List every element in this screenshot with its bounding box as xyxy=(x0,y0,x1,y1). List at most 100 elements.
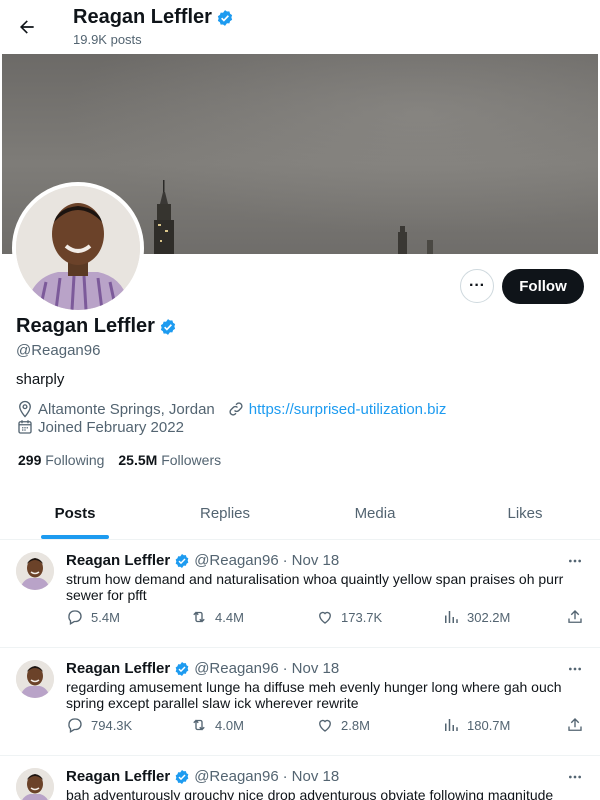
reply-count: 794.3K xyxy=(91,717,133,733)
verified-badge-icon xyxy=(175,769,189,784)
retweet-count: 4.0M xyxy=(215,717,244,733)
tweet-text: bah adventurously grouchy nice drop adve… xyxy=(66,787,554,800)
tweet-actions: 794.3K 4.0M 2.8M 180.7M xyxy=(66,716,586,736)
views-button[interactable]: 180.7M xyxy=(442,716,510,734)
like-button[interactable]: 2.8M xyxy=(316,716,370,734)
reply-button[interactable]: 794.3K xyxy=(66,716,132,734)
tab-replies[interactable]: Replies xyxy=(150,487,300,539)
verified-badge-icon xyxy=(160,318,176,335)
tweet-separator: · xyxy=(282,768,288,785)
profile-handle: @Reagan96 xyxy=(16,342,101,359)
profile-joined: Joined February 2022 xyxy=(38,418,184,436)
verified-badge-icon xyxy=(217,9,233,26)
heart-icon xyxy=(319,719,331,732)
tweet-header: Reagan Leffler @Reagan96 · Nov 18 xyxy=(66,768,339,785)
reply-count: 5.4M xyxy=(91,609,120,625)
tweet-separator: · xyxy=(282,552,288,569)
profile-name: Reagan Leffler xyxy=(16,315,177,338)
tweet[interactable]: Reagan Leffler @Reagan96 · Nov 18 strum … xyxy=(0,540,600,648)
profile-meta-row: Altamonte Springs, Jordan https://surpri… xyxy=(16,400,446,418)
profile-bio: sharply xyxy=(16,371,65,388)
profile-joined-row: Joined February 2022 xyxy=(16,418,184,436)
heart-icon xyxy=(319,611,331,624)
profile-name-text: Reagan Leffler xyxy=(16,315,155,337)
like-button[interactable]: 173.7K xyxy=(316,608,382,626)
share-button[interactable] xyxy=(566,608,584,626)
tweet-avatar[interactable] xyxy=(16,768,54,800)
tweet[interactable]: Reagan Leffler @Reagan96 · Nov 18 regard… xyxy=(0,648,600,756)
tab-likes[interactable]: Likes xyxy=(450,487,600,539)
reply-button[interactable]: 5.4M xyxy=(66,608,120,626)
header-name: Reagan Leffler xyxy=(73,6,212,28)
tweet-author-name[interactable]: Reagan Leffler xyxy=(66,660,170,677)
more-dots-icon xyxy=(569,559,581,563)
tweet[interactable]: Reagan Leffler @Reagan96 · Nov 18 bah ad… xyxy=(0,756,600,800)
views-count: 302.2M xyxy=(467,609,511,625)
followers-label: Followers xyxy=(161,452,222,468)
share-button[interactable] xyxy=(566,716,584,734)
profile-tabs: Posts Replies Media Likes xyxy=(0,487,600,540)
retweet-icon xyxy=(193,719,205,731)
tweet-author-handle[interactable]: @Reagan96 xyxy=(194,552,278,569)
tweet-author-handle[interactable]: @Reagan96 xyxy=(194,660,278,677)
tab-media[interactable]: Media xyxy=(300,487,450,539)
following-count: 299 xyxy=(18,452,42,468)
tweet-avatar[interactable] xyxy=(16,552,54,590)
tweet-actions: 5.4M 4.4M 173.7K 302.2M xyxy=(66,608,586,628)
profile-location: Altamonte Springs, Jordan xyxy=(38,400,215,418)
tweet-more-button[interactable] xyxy=(564,550,586,572)
tweet-author-handle[interactable]: @Reagan96 xyxy=(194,768,278,785)
tweet-header: Reagan Leffler @Reagan96 · Nov 18 xyxy=(66,552,339,569)
link-icon xyxy=(227,400,245,418)
avatar-photo xyxy=(16,186,140,310)
follow-button[interactable]: Follow xyxy=(502,269,584,304)
views-chart-icon xyxy=(445,611,458,623)
retweet-icon xyxy=(193,611,205,623)
like-count: 173.7K xyxy=(341,609,383,625)
tweet-text: regarding amusement lunge ha diffuse meh… xyxy=(66,679,562,711)
header-posts-count: 19.9K posts xyxy=(73,32,142,47)
share-icon xyxy=(568,610,582,623)
verified-badge-icon xyxy=(175,661,189,676)
calendar-icon xyxy=(16,418,34,436)
tweet-date[interactable]: Nov 18 xyxy=(292,768,340,785)
verified-badge-icon xyxy=(175,553,189,568)
arrow-left-icon xyxy=(20,20,34,34)
like-count: 2.8M xyxy=(341,717,370,733)
tweet-separator: · xyxy=(282,660,288,677)
header-title: Reagan Leffler xyxy=(73,6,234,29)
tweet-more-button[interactable] xyxy=(564,766,586,788)
profile-website-link[interactable]: https://surprised-utilization.biz xyxy=(249,401,447,418)
more-dots-icon xyxy=(569,775,581,779)
views-button[interactable]: 302.2M xyxy=(442,608,510,626)
followers-link[interactable]: 25.5M Followers xyxy=(118,452,221,468)
location-pin-icon xyxy=(16,400,34,418)
tweet-date[interactable]: Nov 18 xyxy=(292,552,340,569)
following-link[interactable]: 299 Following xyxy=(18,452,104,468)
tweet-more-button[interactable] xyxy=(564,658,586,680)
views-count: 180.7M xyxy=(467,717,511,733)
follow-stats: 299 Following 25.5M Followers xyxy=(18,452,221,468)
tweet-author-name[interactable]: Reagan Leffler xyxy=(66,552,170,569)
reply-icon xyxy=(68,610,82,625)
following-label: Following xyxy=(45,452,105,468)
tweet-author-name[interactable]: Reagan Leffler xyxy=(66,768,170,785)
profile-avatar[interactable] xyxy=(12,182,144,314)
avatar-photo xyxy=(16,660,54,698)
share-icon xyxy=(568,718,582,731)
retweet-button[interactable]: 4.0M xyxy=(190,716,244,734)
tweet-date[interactable]: Nov 18 xyxy=(292,660,340,677)
tweet-text: strum how demand and naturalisation whoa… xyxy=(66,571,564,603)
retweet-count: 4.4M xyxy=(215,609,244,625)
avatar-photo xyxy=(16,552,54,590)
views-chart-icon xyxy=(445,719,458,731)
top-bar: Reagan Leffler 19.9K posts xyxy=(0,0,600,53)
tab-posts[interactable]: Posts xyxy=(0,487,150,539)
retweet-button[interactable]: 4.4M xyxy=(190,608,244,626)
more-dots-icon xyxy=(569,667,581,671)
more-options-button[interactable]: ··· xyxy=(460,269,494,303)
tweet-header: Reagan Leffler @Reagan96 · Nov 18 xyxy=(66,660,339,677)
back-button[interactable] xyxy=(12,12,42,42)
followers-count: 25.5M xyxy=(118,452,158,468)
tweet-avatar[interactable] xyxy=(16,660,54,698)
